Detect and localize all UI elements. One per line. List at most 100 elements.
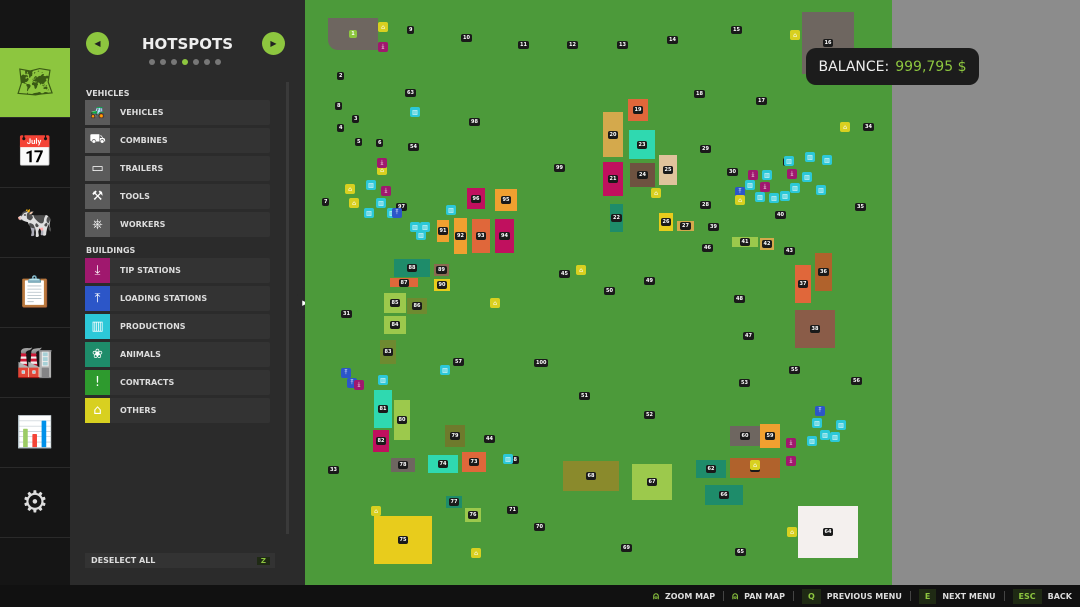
field-marker[interactable]: 50 [604, 287, 615, 295]
field-23[interactable]: 23 [629, 130, 655, 159]
tip-hotspot-icon[interactable]: ⤓ [760, 182, 770, 192]
loading-hotspot-icon[interactable]: ⤒ [392, 208, 402, 218]
field-marker[interactable]: 57 [453, 358, 464, 366]
production-hotspot-icon[interactable]: ▥ [769, 193, 779, 203]
field-marker[interactable]: 45 [559, 270, 570, 278]
field-marker[interactable]: 43 [784, 247, 795, 255]
field-96[interactable]: 96 [467, 188, 485, 209]
page-dot[interactable] [193, 59, 199, 65]
production-hotspot-icon[interactable]: ▥ [807, 436, 817, 446]
field-90[interactable]: 90 [434, 279, 450, 291]
field-86[interactable]: 86 [407, 298, 427, 314]
field-76[interactable]: 76 [465, 508, 481, 522]
production-hotspot-icon[interactable]: ▥ [745, 180, 755, 190]
field-marker[interactable]: 35 [855, 203, 866, 211]
page-dot[interactable] [171, 59, 177, 65]
field-24[interactable]: 24 [630, 163, 655, 187]
production-hotspot-icon[interactable]: ▥ [830, 432, 840, 442]
field-68[interactable]: 68 [563, 461, 619, 491]
field-marker[interactable]: 46 [702, 244, 713, 252]
field-marker[interactable]: 49 [644, 277, 655, 285]
field-22[interactable]: 22 [610, 204, 623, 232]
tip-hotspot-icon[interactable]: ⤓ [786, 438, 796, 448]
field-marker[interactable]: 28 [700, 201, 711, 209]
field-marker[interactable]: 14 [667, 36, 678, 44]
hotspot-filter-workers[interactable]: ⎈ WORKERS [85, 212, 270, 237]
field-marker[interactable]: 12 [567, 41, 578, 49]
tip-hotspot-icon[interactable]: ⤓ [748, 170, 758, 180]
field-77[interactable]: 77 [446, 496, 462, 508]
rail-item-map[interactable]: 🗺 [0, 48, 70, 118]
page-dot[interactable] [204, 59, 210, 65]
next-page-button[interactable]: ▶ [262, 32, 285, 55]
map-view[interactable]: 1 16 19 20 23 21 24 25 22 26 27 41 42 36 37 38 96 95 91 92 9… [305, 0, 892, 585]
hint-back[interactable]: ESC BACK [1012, 588, 1072, 604]
other-hotspot-icon[interactable]: ⌂ [371, 506, 381, 516]
field-93[interactable]: 93 [472, 219, 490, 253]
field-marker[interactable]: 63 [405, 89, 416, 97]
field-marker[interactable]: 15 [731, 26, 742, 34]
production-hotspot-icon[interactable]: ▥ [440, 365, 450, 375]
field-marker[interactable]: 29 [700, 145, 711, 153]
field-marker[interactable]: 99 [554, 164, 565, 172]
field-91[interactable]: 91 [437, 220, 449, 242]
field-92[interactable]: 92 [454, 218, 467, 254]
field-marker[interactable]: 3 [352, 115, 360, 123]
field-marker[interactable]: 8 [335, 102, 343, 110]
field-marker[interactable]: 100 [534, 359, 549, 367]
hotspot-filter-trailers[interactable]: ▭ TRAILERS [85, 156, 270, 181]
field-marker[interactable]: 31 [341, 310, 352, 318]
field-73[interactable]: 73 [462, 452, 486, 472]
scrollbar[interactable] [286, 82, 289, 534]
field-marker[interactable]: 54 [408, 143, 419, 151]
field-marker[interactable]: 18 [694, 90, 705, 98]
field-38[interactable]: 38 [795, 310, 835, 348]
rail-item-production[interactable]: 🏭 [0, 328, 70, 398]
field-marker[interactable]: 55 [789, 366, 800, 374]
field-marker[interactable]: 69 [621, 544, 632, 552]
field-marker[interactable]: 48 [734, 295, 745, 303]
field-marker[interactable]: 17 [756, 97, 767, 105]
field-marker[interactable]: 5 [355, 138, 363, 146]
field-marker[interactable]: 39 [708, 223, 719, 231]
other-hotspot-icon[interactable]: ⌂ [349, 198, 359, 208]
production-hotspot-icon[interactable]: ▥ [820, 430, 830, 440]
field-83[interactable]: 83 [380, 340, 396, 364]
page-dot[interactable] [182, 59, 188, 65]
other-hotspot-icon[interactable]: ⌂ [787, 527, 797, 537]
field-marker[interactable]: 98 [469, 118, 480, 126]
tip-hotspot-icon[interactable]: ⤓ [378, 42, 388, 52]
production-hotspot-icon[interactable]: ▥ [410, 107, 420, 117]
deselect-all-button[interactable]: DESELECT ALL Z [85, 553, 275, 568]
hint-previous-menu[interactable]: Q PREVIOUS MENU [801, 588, 902, 604]
production-hotspot-icon[interactable]: ▥ [376, 198, 386, 208]
field-78[interactable]: 78 [391, 458, 415, 472]
other-hotspot-icon[interactable]: ⌂ [790, 30, 800, 40]
hotspot-filter-animals[interactable]: ❀ ANIMALS [85, 342, 270, 367]
other-hotspot-icon[interactable]: ⌂ [471, 548, 481, 558]
field-marker[interactable]: 10 [461, 34, 472, 42]
field-marker[interactable]: 33 [328, 466, 339, 474]
production-hotspot-icon[interactable]: ▥ [784, 156, 794, 166]
other-hotspot-icon[interactable]: ⌂ [735, 195, 745, 205]
production-hotspot-icon[interactable]: ▥ [780, 191, 790, 201]
page-dot[interactable] [215, 59, 221, 65]
other-hotspot-icon[interactable]: ⌂ [576, 265, 586, 275]
field-66[interactable]: 66 [705, 485, 743, 505]
field-marker[interactable]: 56 [851, 377, 862, 385]
field-41[interactable]: 41 [732, 237, 758, 247]
field-marker[interactable]: 11 [518, 41, 529, 49]
loading-hotspot-icon[interactable]: ⤒ [815, 406, 825, 416]
field-marker[interactable]: 6 [376, 139, 384, 147]
field-marker[interactable]: 52 [644, 411, 655, 419]
hotspot-filter-tools[interactable]: ⚒ TOOLS [85, 184, 270, 209]
field-67[interactable]: 67 [632, 464, 672, 500]
field-marker[interactable]: 7 [322, 198, 330, 206]
other-hotspot-icon[interactable]: ⌂ [345, 184, 355, 194]
field-26[interactable]: 26 [659, 213, 673, 231]
field-79[interactable]: 79 [445, 425, 465, 447]
tip-hotspot-icon[interactable]: ⤓ [787, 169, 797, 179]
production-hotspot-icon[interactable]: ▥ [836, 420, 846, 430]
production-hotspot-icon[interactable]: ▥ [378, 375, 388, 385]
hotspot-filter-tip-stations[interactable]: ⤓ TIP STATIONS [85, 258, 270, 283]
